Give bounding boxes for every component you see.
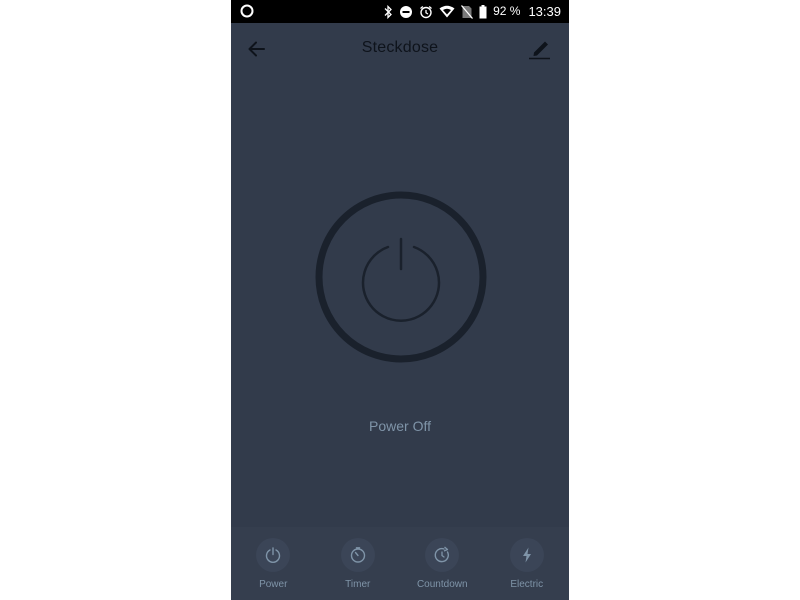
tab-icon-background [509,538,544,572]
status-icons: 92 % 13:39 [383,0,561,23]
page-title: Steckdose [361,39,439,56]
tab-icon-background [340,538,375,572]
power-toggle-button[interactable] [315,191,487,363]
pencil-icon[interactable] [527,37,553,61]
tab-label: Electric [510,579,544,590]
power-icon [266,547,281,563]
tab-label: Power [259,579,288,590]
tab-icon-background [425,538,460,572]
tab-timer[interactable]: Timer [316,527,401,600]
tab-electric[interactable]: Electric [485,527,570,600]
do-not-disturb-icon [400,5,413,18]
app-bar: Steckdose [231,23,569,75]
bluetooth-icon [384,4,393,19]
tab-countdown[interactable]: Countdown [400,527,485,600]
bottom-tab-bar: Power Timer Countdown Electric [231,527,569,600]
tab-power[interactable]: Power [231,527,316,600]
circle-app-icon [240,4,254,18]
tab-icon-background [256,538,291,572]
status-bar: 92 % 13:39 [231,0,569,23]
app-screen: 92 % 13:39 Steckdose Power Off Power Tim… [231,0,569,600]
battery-icon [479,4,487,18]
alarm-icon [420,5,433,18]
tab-label: Timer [345,579,371,590]
countdown-icon [434,546,450,563]
power-icon [315,191,487,363]
power-status-text: Power Off [369,418,431,434]
wifi-icon [439,5,455,18]
battery-percent: 92 % [493,4,521,18]
tab-label: Countdown [416,579,468,590]
status-time: 13:39 [528,4,561,19]
no-sim-icon [461,4,474,19]
timer-icon [350,547,365,563]
lightning-icon [522,547,531,563]
